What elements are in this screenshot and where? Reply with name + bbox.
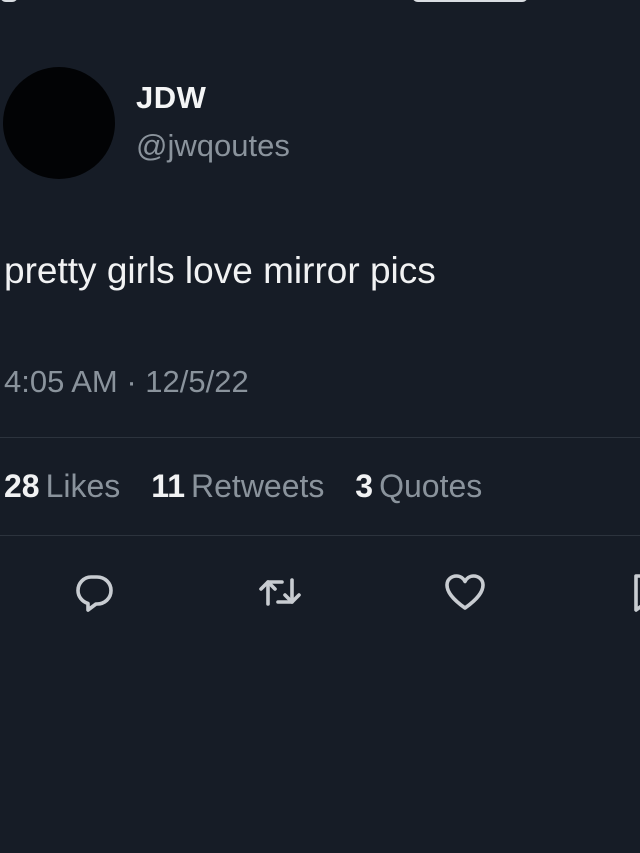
status-bar-fragment bbox=[0, 0, 640, 8]
quotes-count: 3 bbox=[355, 468, 374, 504]
retweets-label: Retweets bbox=[191, 468, 325, 504]
likes-label: Likes bbox=[45, 468, 121, 504]
bookmark-button[interactable] bbox=[628, 570, 640, 614]
like-icon bbox=[445, 574, 485, 610]
bookmark-icon bbox=[634, 574, 640, 612]
display-name[interactable]: JDW bbox=[136, 80, 206, 116]
avatar[interactable] bbox=[3, 67, 115, 179]
reply-button[interactable] bbox=[72, 570, 116, 614]
retweet-icon bbox=[259, 578, 301, 606]
retweets-count: 11 bbox=[151, 468, 186, 504]
divider bbox=[0, 535, 640, 536]
quotes-stat[interactable]: 3 Quotes bbox=[355, 468, 482, 504]
retweet-button[interactable] bbox=[258, 570, 302, 614]
likes-count: 28 bbox=[4, 468, 40, 504]
likes-stat[interactable]: 28 Likes bbox=[4, 468, 120, 504]
retweets-stat[interactable]: 11 Retweets bbox=[151, 468, 324, 504]
divider bbox=[0, 437, 640, 438]
tweet-text: pretty girls love mirror pics bbox=[4, 250, 436, 291]
user-handle[interactable]: @jwqoutes bbox=[136, 128, 290, 164]
reply-icon bbox=[76, 575, 113, 612]
quotes-label: Quotes bbox=[379, 468, 483, 504]
like-button[interactable] bbox=[443, 570, 487, 614]
engagement-stats: 28 Likes 11 Retweets 3 Quotes bbox=[4, 468, 504, 505]
tweet-timestamp[interactable]: 4:05 AM · 12/5/22 bbox=[4, 364, 249, 400]
